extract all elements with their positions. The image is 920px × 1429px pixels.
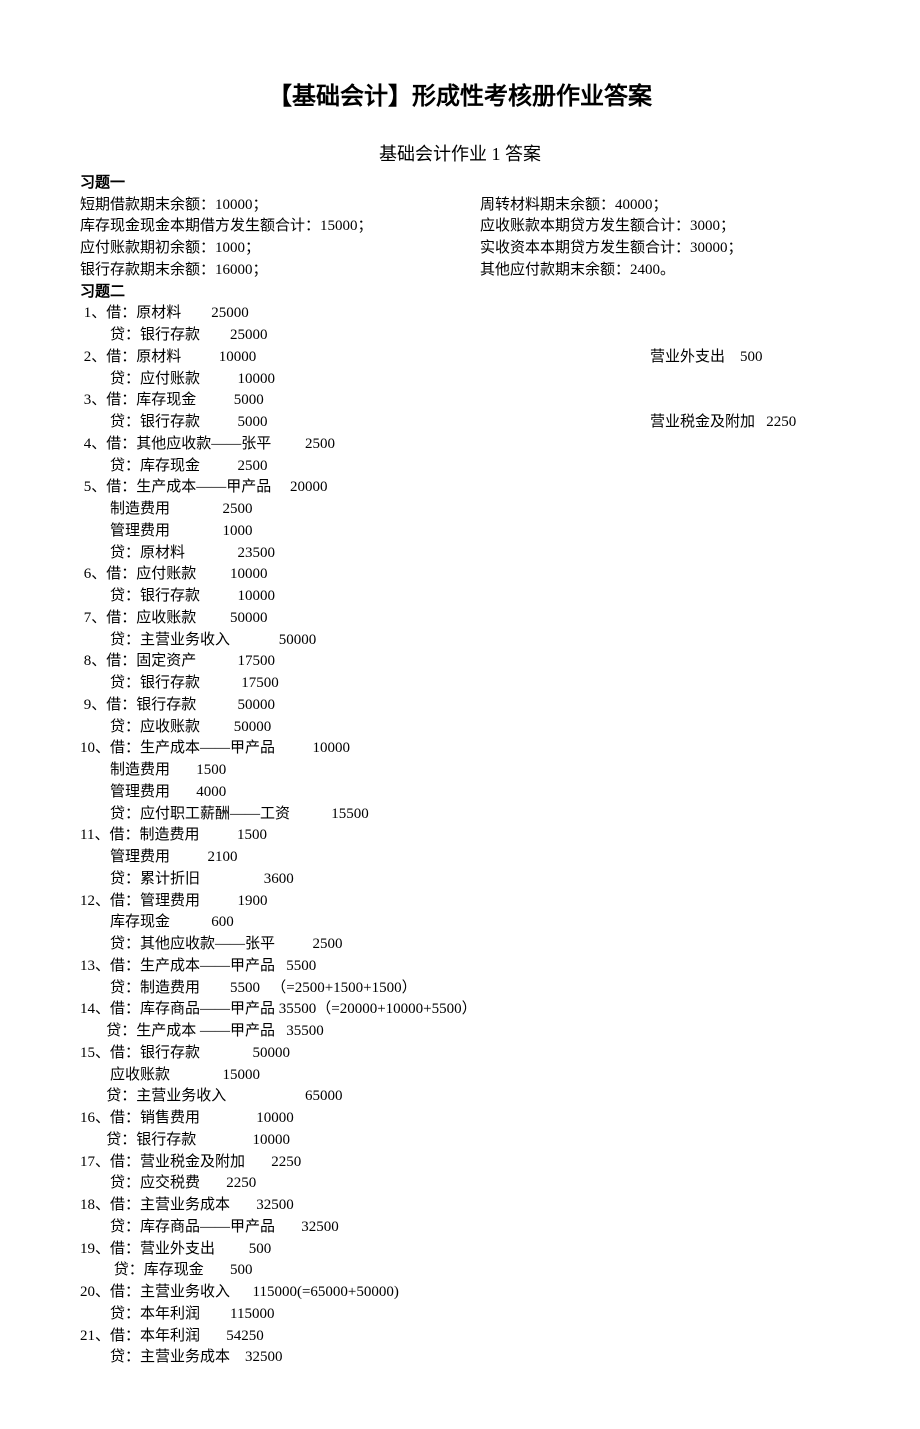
entry-line: 12、借：管理费用 1900 bbox=[80, 891, 840, 913]
entry-line: 8、借：固定资产 17500 bbox=[80, 651, 840, 673]
section-1-heading: 习题一 bbox=[80, 173, 840, 195]
entry-line: 7、借：应收账款 50000 bbox=[80, 608, 840, 630]
entry-line: 贷：主营业务成本 32500 bbox=[80, 1347, 840, 1369]
text-line: 短期借款期末余额：10000； bbox=[80, 195, 440, 217]
page-title: 【基础会计】形成性考核册作业答案 bbox=[80, 80, 840, 115]
entry-line: 贷：主营业务收入 50000 bbox=[80, 630, 840, 652]
text-line: 周转材料期末余额：40000； bbox=[480, 195, 840, 217]
document-page: 【基础会计】形成性考核册作业答案 基础会计作业 1 答案 习题一 短期借款期末余… bbox=[0, 0, 920, 1429]
entry-line: 18、借：主营业务成本 32500 bbox=[80, 1195, 840, 1217]
entry-line: 制造费用 2500 bbox=[80, 499, 840, 521]
section-1-left-col: 短期借款期末余额：10000； 库存现金现金本期借方发生额合计：15000； 应… bbox=[80, 195, 440, 282]
entry-line: 17、借：营业税金及附加 2250 bbox=[80, 1152, 840, 1174]
entry-line: 贷：库存商品——甲产品 32500 bbox=[80, 1217, 840, 1239]
entry-line: 贷：银行存款 10000 bbox=[80, 586, 840, 608]
entry-line: 20、借：主营业务收入 115000(=65000+50000) bbox=[80, 1282, 840, 1304]
entry-line: 16、借：销售费用 10000 bbox=[80, 1108, 840, 1130]
aside-notes: 营业外支出 500 营业税金及附加 2250 bbox=[650, 303, 796, 477]
entry-line: 9、借：银行存款 50000 bbox=[80, 695, 840, 717]
entry-line: 贷：应付职工薪酬——工资 15500 bbox=[80, 804, 840, 826]
entry-line: 贷：主营业务收入 65000 bbox=[80, 1086, 840, 1108]
entry-line: 19、借：营业外支出 500 bbox=[80, 1239, 840, 1261]
entry-line: 贷：银行存款 17500 bbox=[80, 673, 840, 695]
text-line: 实收资本本期贷方发生额合计：30000； bbox=[480, 238, 840, 260]
entry-line: 10、借：生产成本——甲产品 10000 bbox=[80, 738, 840, 760]
entry-line: 贷：本年利润 115000 bbox=[80, 1304, 840, 1326]
entry-line: 14、借：库存商品——甲产品 35500（=20000+10000+5500） bbox=[80, 999, 840, 1021]
entry-line: 贷：生产成本 ——甲产品 35500 bbox=[80, 1021, 840, 1043]
entry-line: 15、借：银行存款 50000 bbox=[80, 1043, 840, 1065]
entry-line: 11、借：制造费用 1500 bbox=[80, 825, 840, 847]
entry-line: 贷：库存现金 500 bbox=[80, 1260, 840, 1282]
entry-line: 管理费用 1000 bbox=[80, 521, 840, 543]
entry-line: 管理费用 4000 bbox=[80, 782, 840, 804]
entry-line: 6、借：应付账款 10000 bbox=[80, 564, 840, 586]
entry-line: 库存现金 600 bbox=[80, 912, 840, 934]
text-line: 应收账款本期贷方发生额合计：3000； bbox=[480, 216, 840, 238]
section-1-body: 短期借款期末余额：10000； 库存现金现金本期借方发生额合计：15000； 应… bbox=[80, 195, 840, 282]
entry-line: 21、借：本年利润 54250 bbox=[80, 1326, 840, 1348]
entry-line: 贷：应交税费 2250 bbox=[80, 1173, 840, 1195]
entry-line: 贷：原材料 23500 bbox=[80, 543, 840, 565]
entry-line: 贷：累计折旧 3600 bbox=[80, 869, 840, 891]
page-subtitle: 基础会计作业 1 答案 bbox=[80, 141, 840, 167]
text-line: 营业外支出 500 bbox=[650, 347, 796, 369]
entry-line: 贷：应收账款 50000 bbox=[80, 717, 840, 739]
entry-line: 13、借：生产成本——甲产品 5500 bbox=[80, 956, 840, 978]
journal-entries: 营业外支出 500 营业税金及附加 2250 1、借：原材料 25000 贷：银… bbox=[80, 303, 840, 1369]
entry-line: 5、借：生产成本——甲产品 20000 bbox=[80, 477, 840, 499]
text-line: 其他应付款期末余额：2400。 bbox=[480, 260, 840, 282]
text-line: 库存现金现金本期借方发生额合计：15000； bbox=[80, 216, 440, 238]
entry-line: 贷：其他应收款——张平 2500 bbox=[80, 934, 840, 956]
entry-line: 贷：银行存款 10000 bbox=[80, 1130, 840, 1152]
text-line: 银行存款期末余额：16000； bbox=[80, 260, 440, 282]
entry-line: 制造费用 1500 bbox=[80, 760, 840, 782]
entry-line: 贷：制造费用 5500 （=2500+1500+1500） bbox=[80, 978, 840, 1000]
entry-line: 管理费用 2100 bbox=[80, 847, 840, 869]
section-2-heading: 习题二 bbox=[80, 282, 840, 304]
text-line: 营业税金及附加 2250 bbox=[650, 412, 796, 434]
section-1-right-col: 周转材料期末余额：40000； 应收账款本期贷方发生额合计：3000； 实收资本… bbox=[480, 195, 840, 282]
text-line: 应付账款期初余额：1000； bbox=[80, 238, 440, 260]
entry-line: 应收账款 15000 bbox=[80, 1065, 840, 1087]
